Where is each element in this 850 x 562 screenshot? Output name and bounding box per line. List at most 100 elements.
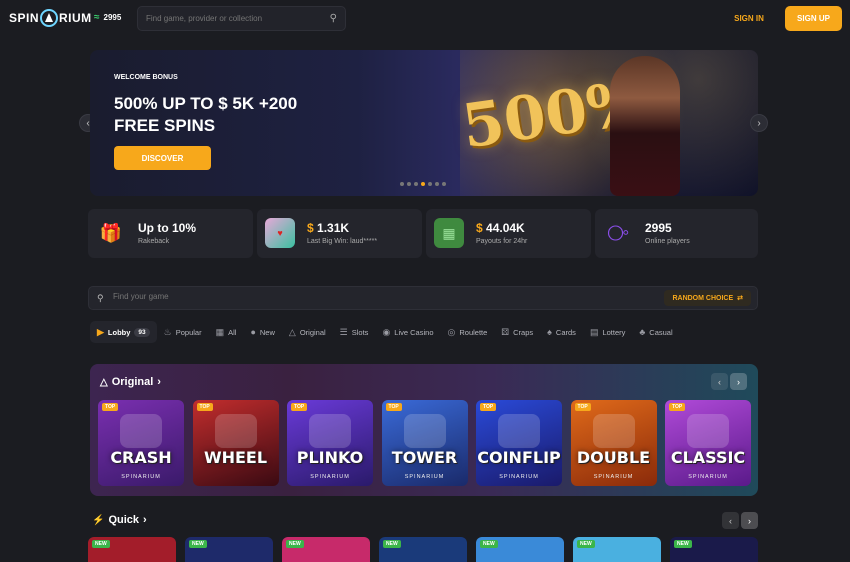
tab-label: All <box>228 327 237 337</box>
tab-label: New <box>259 327 275 337</box>
wifi-icon: ≈ <box>94 12 100 23</box>
banner-headline: 500% UP TO $ 5K +200 FREE SPINS <box>114 94 298 135</box>
banner-dot[interactable] <box>407 182 411 186</box>
original-prev-button[interactable]: ‹ <box>711 373 728 390</box>
new-badge: NEW <box>480 540 498 548</box>
quick-game-tile[interactable]: NEW <box>670 537 758 562</box>
banner-next-button[interactable]: › <box>750 114 768 132</box>
stat-value: Up to 10% <box>138 221 197 235</box>
quick-prev-button[interactable]: ‹ <box>722 512 739 529</box>
game-tile-crash[interactable]: TOP CRASH SPINARIUM <box>98 400 184 486</box>
global-search-input[interactable] <box>146 14 330 23</box>
game-brand: SPINARIUM <box>593 474 634 480</box>
shuffle-icon: ⇄ <box>737 295 743 302</box>
stat-label: Rakeback <box>138 238 170 245</box>
original-icon: △ <box>288 326 296 337</box>
quick-game-tile[interactable]: NEW <box>185 537 273 562</box>
banner-dot[interactable] <box>400 182 404 186</box>
game-title: CRASH <box>110 448 172 467</box>
original-nav: ‹ › <box>711 373 747 390</box>
banner-dot[interactable] <box>428 182 432 186</box>
lightning-icon: ⚡ <box>92 514 105 526</box>
original-next-button[interactable]: › <box>730 373 747 390</box>
banner-dot[interactable] <box>435 182 439 186</box>
tab-lobby[interactable]: ▶ Lobby 93 <box>90 321 157 343</box>
top-badge: TOP <box>196 403 213 411</box>
tab-original[interactable]: △ Original <box>282 321 333 343</box>
top-badge: TOP <box>669 403 686 411</box>
tab-live-casino[interactable]: ◉ Live Casino <box>375 321 440 343</box>
original-section: △ Original › ‹ › TOP CRASH SPINARIUM TOP WHE… <box>90 364 758 496</box>
top-badge: TOP <box>574 403 591 411</box>
tab-new[interactable]: ● New <box>243 321 281 343</box>
banner-dot[interactable] <box>442 182 446 186</box>
sign-up-button[interactable]: SIGN UP <box>785 6 842 31</box>
section-title-quick[interactable]: ⚡ Quick › <box>92 514 147 526</box>
banner-dot[interactable] <box>414 182 418 186</box>
cards-icon: ♠ <box>547 327 552 337</box>
quick-game-tile[interactable]: NEW <box>573 537 661 562</box>
game-art <box>214 414 257 448</box>
quick-game-tile[interactable]: NEW <box>88 537 176 562</box>
banner-kicker: WELCOME BONUS <box>114 74 178 81</box>
chevron-right-icon: › <box>157 376 161 388</box>
game-title: DOUBLE <box>576 448 651 467</box>
stat-label: Payouts for 24hr <box>476 238 528 245</box>
tab-roulette[interactable]: ◎ Roulette <box>441 321 495 343</box>
section-title-original[interactable]: △ Original › <box>100 376 161 388</box>
quick-game-tile[interactable]: NEW <box>282 537 370 562</box>
discover-button[interactable]: DISCOVER <box>114 146 211 170</box>
stat-label: Last Big Win: laud***** <box>307 238 378 245</box>
game-tile-double[interactable]: TOP DOUBLE SPINARIUM <box>570 400 657 486</box>
game-title: PLINKO <box>296 448 364 467</box>
sign-in-button[interactable]: SIGN IN <box>723 6 775 31</box>
slots-icon: ☰ <box>339 326 348 337</box>
tab-label: Cards <box>555 327 576 337</box>
new-badge: NEW <box>286 540 304 548</box>
game-search-input[interactable] <box>113 292 413 301</box>
random-choice-label: RANDOM CHOICE <box>672 294 734 302</box>
tab-slots[interactable]: ☰ Slots <box>333 321 376 343</box>
live-icon: ◉ <box>382 326 391 337</box>
quick-game-tile[interactable]: NEW <box>476 537 564 562</box>
lobby-icon: ▶ <box>97 326 104 337</box>
tab-craps[interactable]: ⚄ Craps <box>494 321 540 343</box>
tab-casual[interactable]: ♣ Casual <box>632 321 679 343</box>
stat-value: 2995 <box>645 221 672 235</box>
game-tile-wheel[interactable]: TOP WHEEL <box>192 400 279 486</box>
game-brand: SPINARIUM <box>121 474 161 480</box>
tab-lottery[interactable]: ▤ Lottery <box>583 321 632 343</box>
tab-label: Live Casino <box>394 327 434 337</box>
tab-popular[interactable]: ♨ Popular <box>157 321 209 343</box>
top-bar: SPINRIUM ≈ 2995 ⚲ SIGN IN SIGN UP <box>0 0 850 38</box>
site-logo[interactable]: SPIN RIUM <box>9 9 92 27</box>
new-badge: NEW <box>674 540 692 548</box>
random-choice-button[interactable]: RANDOM CHOICE ⇄ <box>664 290 751 306</box>
game-tile-classic[interactable]: TOP CLASSIC SPINARIUM <box>665 400 751 486</box>
global-search[interactable]: ⚲ <box>137 6 346 31</box>
roulette-icon: ◎ <box>447 326 456 337</box>
game-brand: SPINARIUM <box>499 474 539 480</box>
game-tile-tower[interactable]: TOP TOWER SPINARIUM <box>381 400 468 486</box>
banner-dot[interactable] <box>421 182 425 186</box>
game-brand: SPINARIUM <box>688 474 728 480</box>
stat-value: $ 1.31K <box>307 221 350 235</box>
category-tabs: ▶ Lobby 93 ♨ Popular ▦ All ● New △ Original ☰ Slots ◉… <box>90 321 760 343</box>
stat-rakeback: 🎁 Up to 10% Rakeback <box>88 209 253 258</box>
quick-game-tile[interactable]: NEW <box>379 537 467 562</box>
game-search[interactable]: ⚲ RANDOM CHOICE ⇄ <box>88 286 758 310</box>
new-icon: ● <box>250 327 256 337</box>
top-badge: TOP <box>385 403 402 411</box>
tab-label: Casual <box>649 327 673 337</box>
search-icon[interactable]: ⚲ <box>330 13 337 24</box>
game-tile-plinko[interactable]: TOP PLINKO SPINARIUM <box>287 400 373 486</box>
tab-all[interactable]: ▦ All <box>209 321 244 343</box>
stat-online: ⧂ 2995 Online players <box>595 209 758 258</box>
search-icon: ⚲ <box>97 293 104 303</box>
game-tile-coinflip[interactable]: TOP COINFLIP SPINARIUM <box>476 400 562 486</box>
tab-cards[interactable]: ♠ Cards <box>540 321 583 343</box>
promo-banner[interactable]: WELCOME BONUS 500% UP TO $ 5K +200 FREE … <box>90 50 758 196</box>
game-brand: SPINARIUM <box>310 474 350 480</box>
quick-next-button[interactable]: › <box>741 512 758 529</box>
stat-big-win: ♥ $ 1.31K Last Big Win: laud***** <box>257 209 422 258</box>
